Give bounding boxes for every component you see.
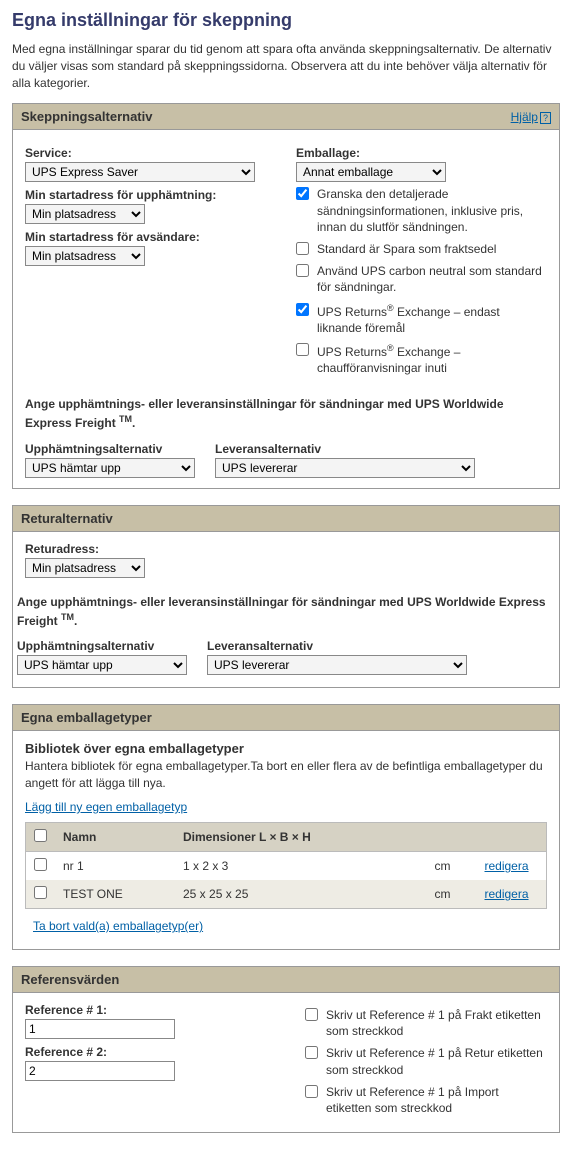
shipping-delivery-opt-select[interactable]: UPS levererar (215, 458, 475, 478)
add-package-type-link[interactable]: Lägg till ny egen emballagetyp (25, 800, 187, 814)
refs-header: Referensvärden (13, 967, 559, 993)
packaging-label: Emballage: (296, 146, 547, 160)
sender-address-label: Min startadress för avsändare: (25, 230, 276, 244)
shipping-options-list: Granska den detaljerade sändningsinforma… (296, 186, 547, 376)
package-row-name: TEST ONE (55, 880, 175, 909)
package-row-unit: cm (427, 852, 477, 881)
opt-returns-exchange-driver-label: UPS Returns® Exchange – chaufföranvisnin… (317, 342, 547, 376)
returns-header: Returalternativ (13, 506, 559, 532)
table-row: nr 1 1 x 2 x 3 cm redigera (26, 852, 547, 881)
ref-print-return-label: Skriv ut Reference # 1 på Retur etikette… (326, 1045, 547, 1077)
returns-delivery-opt-select[interactable]: UPS levererar (207, 655, 467, 675)
shipping-freight-note: Ange upphämtnings- eller leveransinställ… (25, 396, 547, 432)
opt-save-waybill-label: Standard är Spara som fraktsedel (317, 241, 547, 257)
ref2-input[interactable] (25, 1061, 175, 1081)
ref-print-freight-checkbox[interactable] (305, 1008, 318, 1021)
ref-print-freight-label: Skriv ut Reference # 1 på Frakt etikette… (326, 1007, 547, 1039)
ref-print-import-checkbox[interactable] (305, 1085, 318, 1098)
package-row-checkbox[interactable] (34, 858, 47, 871)
remove-selected-packages-link[interactable]: Ta bort vald(a) emballagetyp(er) (33, 919, 203, 933)
package-row-checkbox[interactable] (34, 886, 47, 899)
sender-address-select[interactable]: Min platsadress (25, 246, 145, 266)
help-link-label: Hjälp (511, 110, 538, 124)
packages-header-title: Egna emballagetyper (21, 710, 152, 725)
packages-select-all-checkbox[interactable] (34, 829, 47, 842)
opt-returns-exchange-like-label: UPS Returns® Exchange – endast liknande … (317, 302, 547, 336)
package-edit-link[interactable]: redigera (485, 859, 529, 873)
ref2-label: Reference # 2: (25, 1045, 285, 1059)
packages-header: Egna emballagetyper (13, 705, 559, 731)
pickup-address-select[interactable]: Min platsadress (25, 204, 145, 224)
shipping-header: Skeppningsalternativ Hjälp? (13, 104, 559, 130)
packages-col-dims: Dimensioner L × B × H (175, 823, 427, 852)
returns-pickup-opt-label: Upphämtningsalternativ (17, 639, 187, 653)
service-label: Service: (25, 146, 276, 160)
packages-subhead: Bibliotek över egna emballagetyper (25, 741, 547, 756)
table-row: TEST ONE 25 x 25 x 25 cm redigera (26, 880, 547, 909)
service-select[interactable]: UPS Express Saver (25, 162, 255, 182)
return-address-select[interactable]: Min platsadress (25, 558, 145, 578)
opt-review-details-checkbox[interactable] (296, 187, 309, 200)
opt-review-details-label: Granska den detaljerade sändningsinforma… (317, 186, 547, 235)
package-row-name: nr 1 (55, 852, 175, 881)
returns-pickup-opt-select[interactable]: UPS hämtar upp (17, 655, 187, 675)
refs-header-title: Referensvärden (21, 972, 119, 987)
shipping-pickup-opt-label: Upphämtningsalternativ (25, 442, 195, 456)
ref1-input[interactable] (25, 1019, 175, 1039)
packages-table: Namn Dimensioner L × B × H nr 1 1 x 2 x … (25, 822, 547, 909)
package-row-unit: cm (427, 880, 477, 909)
opt-carbon-neutral-checkbox[interactable] (296, 264, 309, 277)
opt-returns-exchange-driver-checkbox[interactable] (296, 343, 309, 356)
packages-subtext: Hantera bibliotek för egna emballagetype… (25, 758, 547, 792)
shipping-delivery-opt-label: Leveransalternativ (215, 442, 475, 456)
refs-panel: Referensvärden Reference # 1: Reference … (12, 966, 560, 1133)
package-row-dims: 1 x 2 x 3 (175, 852, 427, 881)
opt-returns-exchange-like-checkbox[interactable] (296, 303, 309, 316)
opt-save-waybill-checkbox[interactable] (296, 242, 309, 255)
returns-panel: Returalternativ Returadress: Min platsad… (12, 505, 560, 689)
return-address-label: Returadress: (25, 542, 547, 556)
shipping-pickup-opt-select[interactable]: UPS hämtar upp (25, 458, 195, 478)
help-link[interactable]: Hjälp? (511, 110, 551, 124)
packaging-select[interactable]: Annat emballage (296, 162, 446, 182)
page-intro: Med egna inställningar sparar du tid gen… (12, 41, 560, 91)
package-row-dims: 25 x 25 x 25 (175, 880, 427, 909)
returns-freight-note: Ange upphämtnings- eller leveransinställ… (17, 594, 555, 630)
returns-delivery-opt-label: Leveransalternativ (207, 639, 467, 653)
help-icon: ? (540, 112, 551, 124)
ref1-label: Reference # 1: (25, 1003, 285, 1017)
page-title: Egna inställningar för skeppning (12, 10, 560, 31)
package-edit-link[interactable]: redigera (485, 887, 529, 901)
pickup-address-label: Min startadress för upphämtning: (25, 188, 276, 202)
ref-print-import-label: Skriv ut Reference # 1 på Import etikett… (326, 1084, 547, 1116)
packages-panel: Egna emballagetyper Bibliotek över egna … (12, 704, 560, 950)
ref-print-return-checkbox[interactable] (305, 1046, 318, 1059)
returns-header-title: Returalternativ (21, 511, 113, 526)
packages-col-name: Namn (55, 823, 175, 852)
shipping-header-title: Skeppningsalternativ (21, 109, 152, 124)
opt-carbon-neutral-label: Använd UPS carbon neutral som standard f… (317, 263, 547, 295)
shipping-panel: Skeppningsalternativ Hjälp? Service: UPS… (12, 103, 560, 488)
